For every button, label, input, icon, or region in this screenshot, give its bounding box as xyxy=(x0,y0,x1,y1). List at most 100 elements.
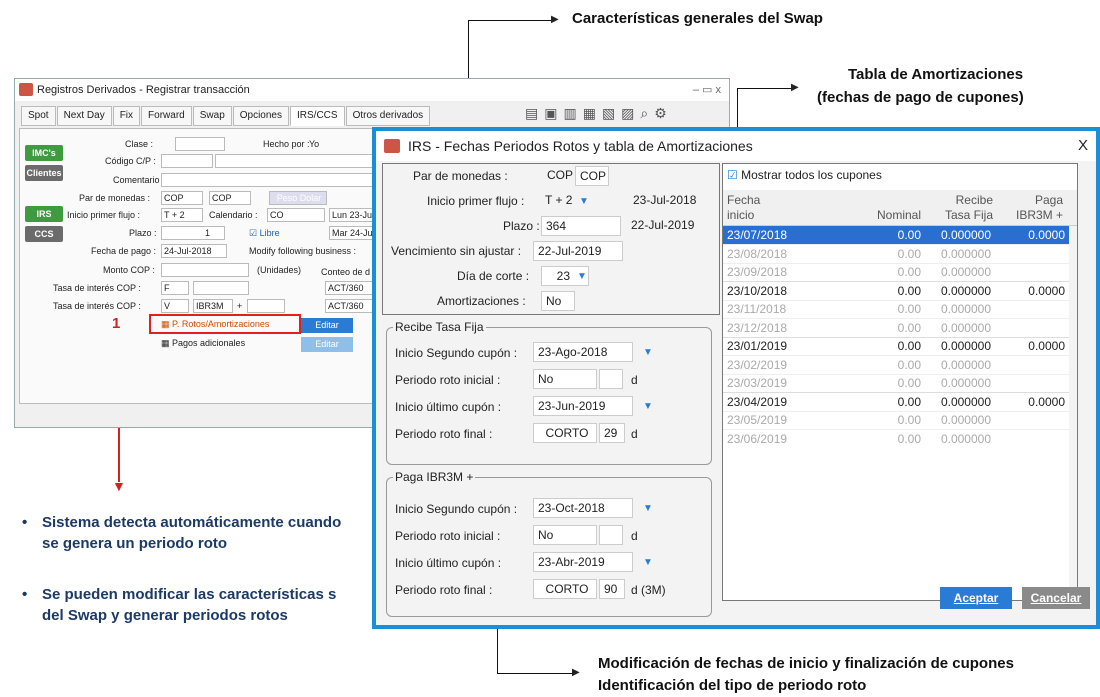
par2-select[interactable]: COP xyxy=(209,191,251,205)
ibr-select[interactable]: IBR3M xyxy=(193,299,233,313)
annotation-period-type: Identificación del tipo de periodo roto xyxy=(598,677,867,694)
table-row[interactable]: 23/12/2018 0.00 0.000000 xyxy=(723,318,1069,338)
tasa-fija-select[interactable]: F xyxy=(161,281,189,295)
pri-unit: d xyxy=(631,529,638,543)
table-row[interactable]: 23/06/2019 0.00 0.000000 xyxy=(723,429,1069,449)
pri-unit: d xyxy=(631,373,638,387)
pagos-checkbox[interactable]: ▦ Pagos adicionales xyxy=(161,338,245,349)
col-fecha-header[interactable]: Fecha inicio xyxy=(727,193,760,223)
table-row[interactable]: 23/05/2019 0.00 0.000000 xyxy=(723,411,1069,430)
table-row[interactable]: 23/04/2019 0.00 0.000000 0.0000 xyxy=(723,392,1069,412)
window-titlebar: Registros Derivados - Registrar transacc… xyxy=(15,79,729,101)
marker-1: 1 xyxy=(112,315,121,332)
cell-fecha: 23/06/2019 xyxy=(727,432,788,446)
tab-otros-derivados[interactable]: Otros derivados xyxy=(345,106,431,126)
document-icon[interactable]: ▤ xyxy=(525,105,538,122)
plazo-field[interactable]: 364 xyxy=(541,216,621,236)
table-row[interactable]: 23/09/2018 0.00 0.000000 xyxy=(723,263,1069,282)
table-row[interactable]: 23/10/2018 0.00 0.000000 0.0000 xyxy=(723,281,1069,301)
editar-disabled-button[interactable]: Editar xyxy=(301,337,353,352)
tasa-var-select[interactable]: V xyxy=(161,299,189,313)
plazo-stepper[interactable]: 1 xyxy=(161,226,225,240)
toolbar-icons: ▤ ▣ ▥ ▦ ▧ ▨ ⌕ ⚙ xyxy=(525,105,667,122)
cell-fecha: 23/12/2018 xyxy=(727,320,788,335)
prf-unit: d xyxy=(631,427,638,441)
isc-select[interactable]: 23-Oct-2018 xyxy=(533,498,633,518)
clientes-button[interactable]: Clientes xyxy=(25,165,63,181)
window-controls[interactable]: ‒ ▭ x xyxy=(693,79,721,101)
inicio-select[interactable]: T + 2 xyxy=(161,208,203,222)
iuc-select[interactable]: 23-Abr-2019 xyxy=(533,552,633,572)
table-row[interactable]: 23/11/2018 0.00 0.000000 xyxy=(723,300,1069,319)
cell-nominal: 0.00 xyxy=(897,283,921,298)
report-icon[interactable]: ▥ xyxy=(563,105,576,122)
fecha-pago-field[interactable]: 24-Jul-2018 xyxy=(161,244,227,258)
chevron-down-icon[interactable]: ▼ xyxy=(579,196,589,207)
iuc-select[interactable]: 23-Jun-2019 xyxy=(533,396,633,416)
table-row[interactable]: 23/02/2019 0.00 0.000000 xyxy=(723,355,1069,375)
general-box: Par de monedas : COP COP Inicio primer f… xyxy=(382,163,720,315)
aceptar-button[interactable]: Aceptar xyxy=(940,587,1012,609)
cell-paga xyxy=(995,263,1069,282)
tab-next-day[interactable]: Next Day xyxy=(56,106,112,126)
table-row[interactable]: 23/07/2018 0.00 0.000000 0.0000 xyxy=(723,226,1069,245)
close-icon[interactable]: X xyxy=(1078,131,1088,161)
spread-field[interactable] xyxy=(247,299,285,313)
show-all-checkbox[interactable]: ☑ Mostrar todos los cupones xyxy=(727,168,882,182)
editar-button[interactable]: Editar xyxy=(301,318,353,333)
inicio-date: 23-Jul-2018 xyxy=(633,193,697,207)
cancelar-button[interactable]: Cancelar xyxy=(1022,587,1090,609)
tab-opciones[interactable]: Opciones xyxy=(232,106,289,126)
tab-spot[interactable]: Spot xyxy=(21,106,56,126)
col-recibe-header[interactable]: Recibe Tasa Fija xyxy=(929,193,993,223)
par1-select[interactable]: COP xyxy=(161,191,203,205)
irs-button[interactable]: IRS xyxy=(25,206,63,222)
chevron-down-icon[interactable]: ▼ xyxy=(577,271,587,282)
chevron-down-icon[interactable]: ▼ xyxy=(643,401,653,412)
search-icon[interactable]: ⌕ xyxy=(640,105,648,122)
clear-icon[interactable]: ▨ xyxy=(621,105,634,122)
cell-recibe: 0.000000 xyxy=(940,265,991,280)
tab-irs-ccs[interactable]: IRS/CCS xyxy=(290,106,345,126)
scrollbar[interactable] xyxy=(1069,226,1077,600)
isc-select[interactable]: 23-Ago-2018 xyxy=(533,342,633,362)
calendario-select[interactable]: CO xyxy=(267,208,325,222)
col-paga-header[interactable]: Paga IBR3M + xyxy=(999,193,1063,223)
monto-field[interactable] xyxy=(161,263,249,277)
chevron-down-icon[interactable]: ▼ xyxy=(643,557,653,568)
codigo-select[interactable] xyxy=(161,154,213,168)
tab-forward[interactable]: Forward xyxy=(141,106,192,126)
clase-select[interactable] xyxy=(175,137,225,151)
cell-fecha: 23/05/2019 xyxy=(727,413,788,428)
libre-checkbox[interactable]: ☑ Libre xyxy=(249,228,280,239)
tab-swap[interactable]: Swap xyxy=(192,106,232,126)
record-icon[interactable]: ▧ xyxy=(602,105,615,122)
table-row[interactable]: 23/08/2018 0.00 0.000000 xyxy=(723,244,1069,264)
comentario-field[interactable] xyxy=(161,173,385,187)
table-row[interactable]: 23/03/2019 0.00 0.000000 xyxy=(723,374,1069,393)
col-nominal-header[interactable]: Nominal xyxy=(833,208,921,222)
col-recibe-line2: Tasa Fija xyxy=(944,208,993,222)
connector-line xyxy=(737,88,794,89)
imcs-button[interactable]: IMC's xyxy=(25,145,63,161)
tab-fix[interactable]: Fix xyxy=(112,106,141,126)
peso-dolar-button[interactable]: Peso Dolar xyxy=(269,191,327,205)
ccs-button[interactable]: CCS xyxy=(25,226,63,242)
cell-nominal: 0.00 xyxy=(897,228,921,242)
cell-nominal: 0.00 xyxy=(897,376,921,391)
chevron-down-icon[interactable]: ▼ xyxy=(643,503,653,514)
gear-icon[interactable]: ⚙ xyxy=(654,105,667,122)
codigo-name-field[interactable] xyxy=(215,154,385,168)
rotos-checkbox[interactable]: ▦ P. Rotos/Amortizaciones xyxy=(161,319,269,330)
print-icon[interactable]: ▣ xyxy=(544,105,557,122)
isc-label: Inicio Segundo cupón : xyxy=(395,502,518,516)
pri-value: No xyxy=(533,369,597,389)
recibe-tasa-fija-group: Recibe Tasa Fija Inicio Segundo cupón : … xyxy=(386,320,712,465)
table-row[interactable]: 23/01/2019 0.00 0.000000 0.0000 xyxy=(723,337,1069,356)
tasa-fija-field[interactable] xyxy=(193,281,249,295)
conteo-label: Conteo de d xyxy=(321,267,371,277)
connector-line xyxy=(497,629,498,673)
chevron-down-icon[interactable]: ▼ xyxy=(643,347,653,358)
export-icon[interactable]: ▦ xyxy=(583,105,596,122)
cell-nominal: 0.00 xyxy=(897,302,921,317)
